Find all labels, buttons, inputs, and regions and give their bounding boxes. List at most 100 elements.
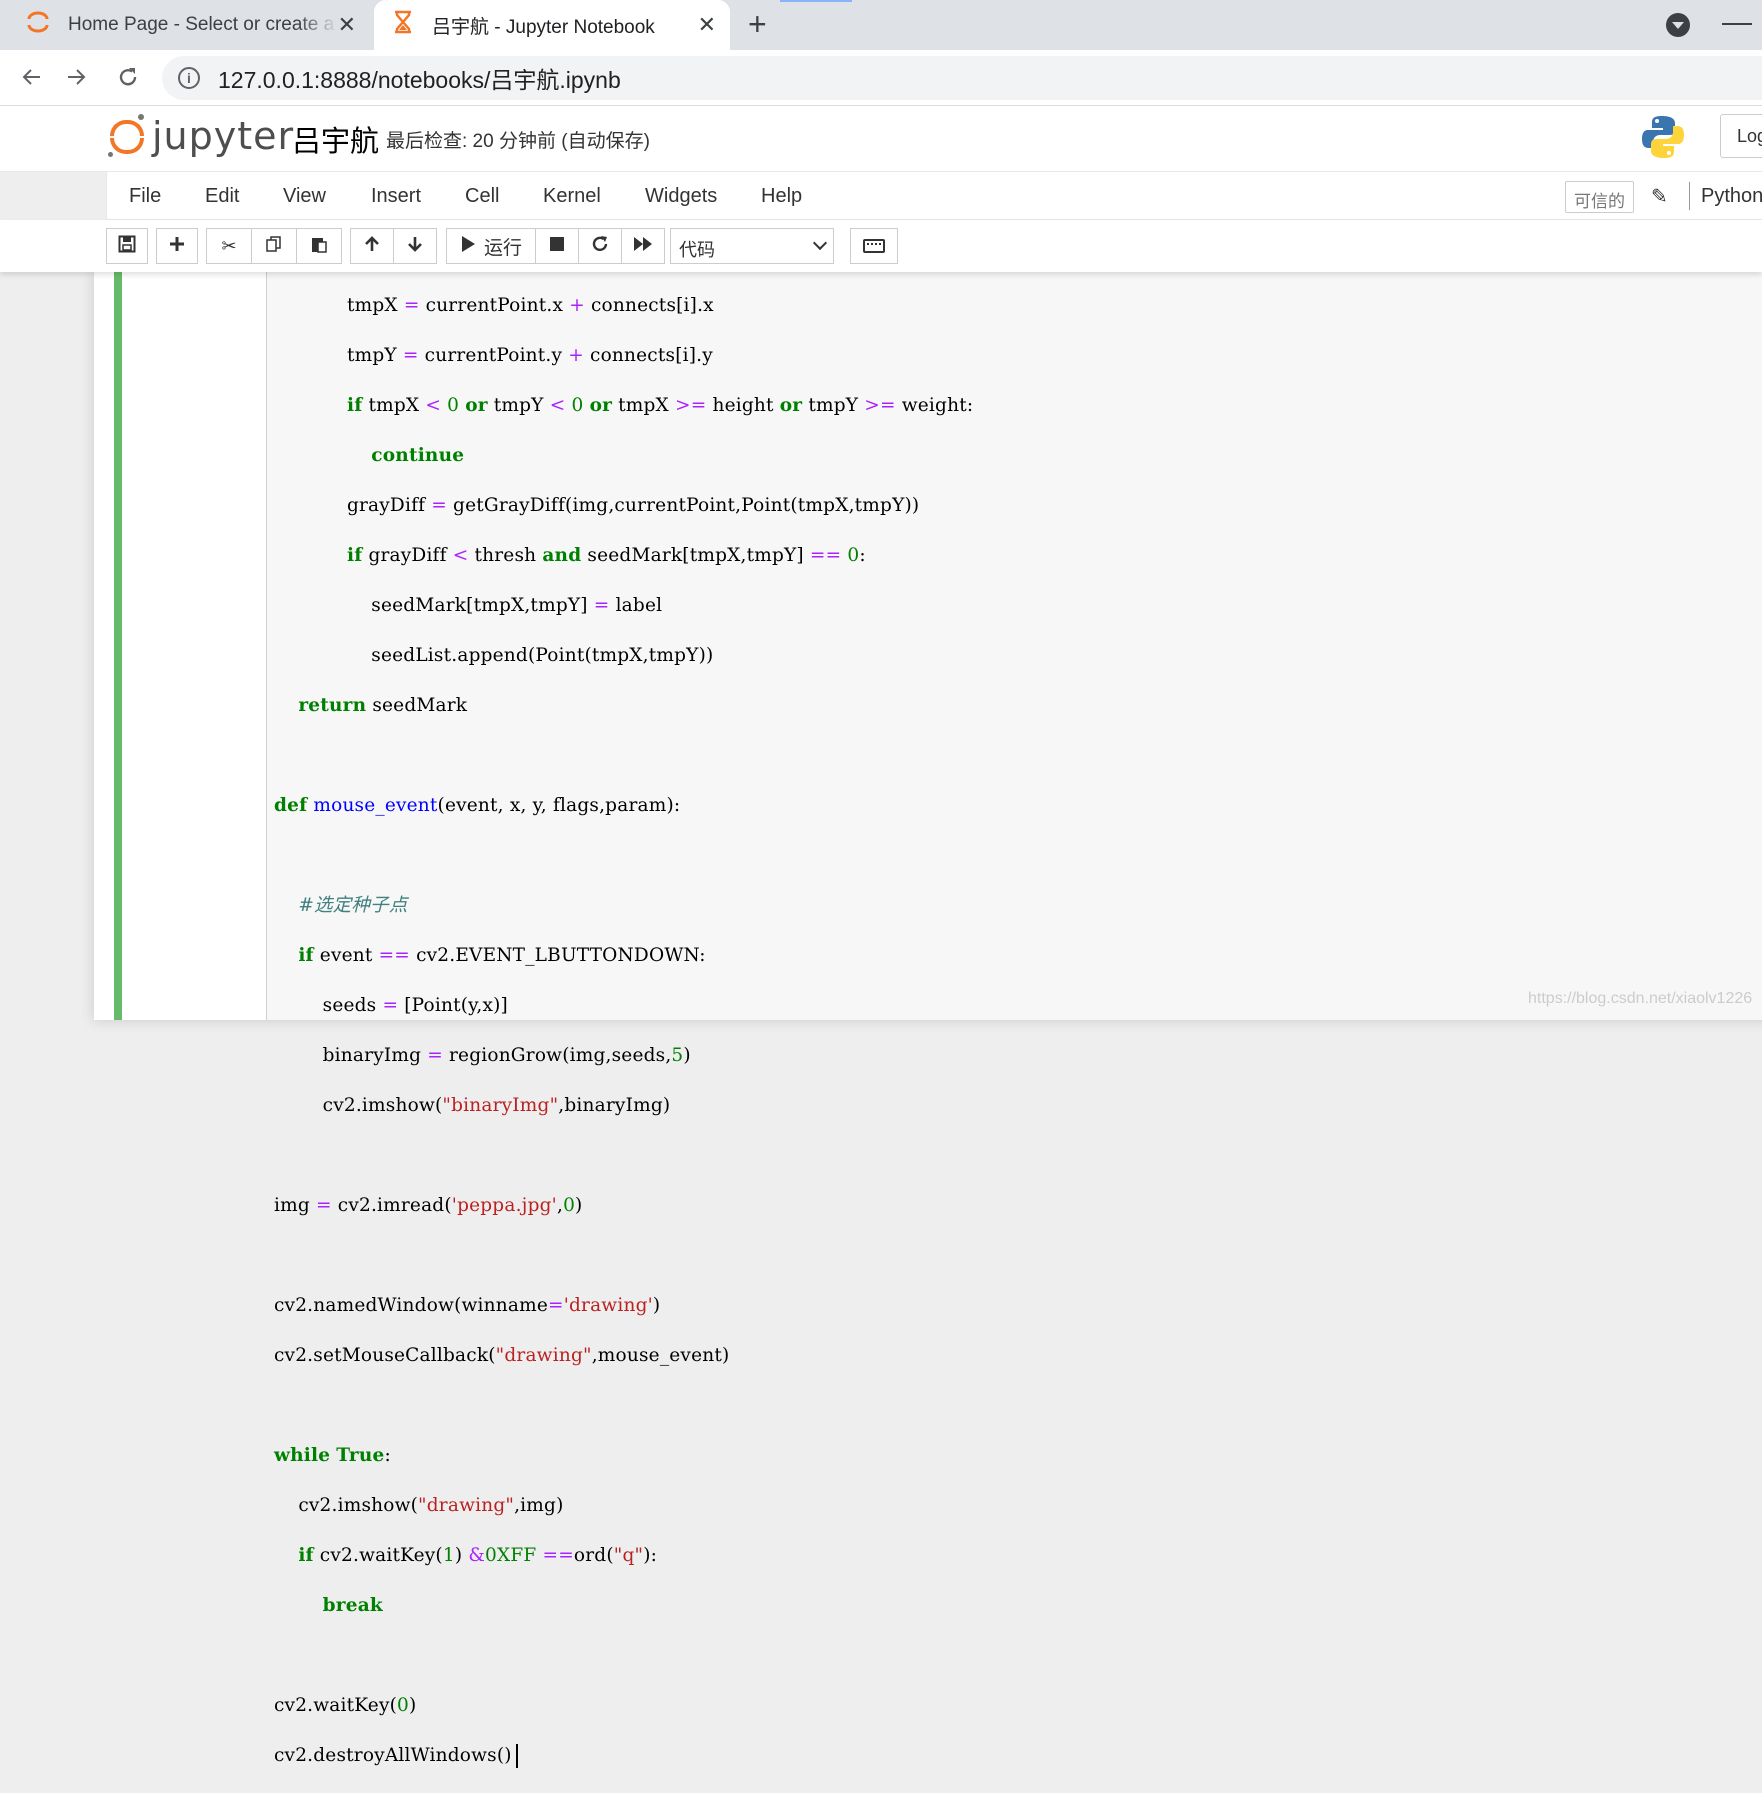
back-arrow-icon[interactable] <box>20 62 44 98</box>
menu-view[interactable]: View <box>283 185 326 208</box>
code-line: seedMark[tmpX,tmpY] = label <box>274 595 663 616</box>
reload-icon[interactable] <box>116 62 140 98</box>
restart-button[interactable] <box>578 228 622 264</box>
menubar: File Edit View Insert Cell Kernel Widget… <box>106 172 1762 220</box>
run-label: 运行 <box>483 237 522 259</box>
cell-type-value: 代码 <box>679 240 715 260</box>
tab-label: Home Page - Select or create a notebook <box>68 14 338 35</box>
code-line: #选定种子点 <box>298 895 408 916</box>
code-line: tmpY = currentPoint.y + connects[i].y <box>274 345 713 366</box>
chevron-down-icon <box>812 235 828 251</box>
code-line: if event == cv2.EVENT_LBUTTONDOWN: <box>298 945 706 966</box>
logout-button[interactable]: Logout <box>1720 114 1762 158</box>
new-tab-button[interactable]: + <box>748 8 767 40</box>
command-palette-button[interactable] <box>850 228 898 264</box>
code-line: if cv2.waitKey(1) &0XFF ==ord("q"): <box>298 1545 658 1566</box>
menu-kernel[interactable]: Kernel <box>543 185 601 208</box>
pencil-icon[interactable]: ✎ <box>1651 184 1668 209</box>
keyboard-icon <box>863 239 885 253</box>
watermark: https://blog.csdn.net/xiaolv1226 <box>1528 990 1753 1007</box>
close-tab-icon[interactable]: ✕ <box>338 12 356 38</box>
url-input[interactable]: i 127.0.0.1:8888/notebooks/吕宇航.ipynb <box>162 56 1762 100</box>
cut-button[interactable]: ✂ <box>206 228 252 264</box>
scissors-icon: ✂ <box>221 235 237 256</box>
arrow-up-icon <box>363 235 381 258</box>
kernel-indicator[interactable]: Python 3 <box>1701 185 1762 208</box>
code-line: seeds = [Point(y,x)] <box>274 995 508 1016</box>
url-text: 127.0.0.1:8888/notebooks/吕宇航.ipynb <box>218 67 621 93</box>
code-line: cv2.namedWindow(winname='drawing') <box>274 1295 661 1316</box>
checkpoint-status: 最后检查: 20 分钟前 (自动保存) <box>386 131 650 152</box>
tab-search-icon[interactable] <box>1666 13 1690 37</box>
menu-widgets[interactable]: Widgets <box>645 185 717 208</box>
code-line: grayDiff = getGrayDiff(img,currentPoint,… <box>274 495 920 516</box>
python-logo-icon <box>1640 114 1686 160</box>
code-line: cv2.waitKey(0) <box>274 1695 417 1716</box>
code-line: cv2.setMouseCallback("drawing",mouse_eve… <box>274 1345 730 1366</box>
tab-home-page[interactable]: Home Page - Select or create a notebook … <box>0 0 370 50</box>
save-button[interactable] <box>106 228 148 264</box>
tab-notebook[interactable]: 吕宇航 - Jupyter Notebook ✕ <box>374 0 730 50</box>
code-editor[interactable]: tmpX = currentPoint.x + connects[i].x tm… <box>274 268 973 1793</box>
menu-insert[interactable]: Insert <box>371 185 421 208</box>
plus-icon <box>168 235 186 258</box>
copy-icon <box>265 235 283 258</box>
jupyter-logo-icon <box>108 114 146 158</box>
hourglass-icon <box>392 10 414 40</box>
code-line: def mouse_event(event, x, y, flags,param… <box>274 795 681 816</box>
trusted-badge[interactable]: 可信的 <box>1565 181 1634 213</box>
code-line: if tmpX < 0 or tmpY < 0 or tmpX >= heigh… <box>346 395 974 416</box>
forward-arrow-icon[interactable] <box>64 62 88 98</box>
notebook-toolbar: ✂ 运行 代码 <box>0 220 1762 272</box>
copy-button[interactable] <box>251 228 297 264</box>
menu-help[interactable]: Help <box>761 185 802 208</box>
code-line: break <box>322 1595 383 1616</box>
code-line: continue <box>371 445 465 466</box>
code-line: cv2.imshow("drawing",img) <box>274 1495 564 1516</box>
paste-icon <box>310 235 328 258</box>
code-line: seedList.append(Point(tmpX,tmpY)) <box>274 645 714 666</box>
jupyter-logo[interactable]: jupyter <box>108 114 294 158</box>
jupyter-logo-text: jupyter <box>152 114 295 158</box>
code-line: while True: <box>274 1445 391 1466</box>
move-up-button[interactable] <box>350 228 394 264</box>
paste-button[interactable] <box>296 228 342 264</box>
close-tab-icon[interactable]: ✕ <box>698 12 716 38</box>
info-icon[interactable]: i <box>178 67 200 89</box>
jupyter-header: jupyter 吕宇航 最后检查: 20 分钟前 (自动保存) Logout <box>0 106 1762 172</box>
code-line: cv2.destroyAllWindows() <box>274 1743 973 1768</box>
move-down-button[interactable] <box>393 228 437 264</box>
run-button[interactable]: 运行 <box>446 228 536 264</box>
menu-edit[interactable]: Edit <box>205 185 239 208</box>
restart-run-all-button[interactable] <box>621 228 665 264</box>
code-line: if grayDiff < thresh and seedMark[tmpX,t… <box>346 545 866 566</box>
cell-type-select[interactable]: 代码 <box>670 228 834 264</box>
address-bar: i 127.0.0.1:8888/notebooks/吕宇航.ipynb <box>0 50 1762 106</box>
browser-tab-strip: Home Page - Select or create a notebook … <box>0 0 1762 50</box>
minimize-icon[interactable] <box>1722 23 1752 25</box>
refresh-icon <box>591 235 609 258</box>
save-icon <box>118 235 136 258</box>
divider <box>1689 182 1690 210</box>
insert-cell-button[interactable] <box>156 228 198 264</box>
jupyter-favicon-icon <box>26 10 50 40</box>
fast-forward-icon <box>633 236 653 257</box>
arrow-down-icon <box>406 235 424 258</box>
code-line: cv2.imshow("binaryImg",binaryImg) <box>274 1095 671 1116</box>
menu-file[interactable]: File <box>129 185 161 208</box>
menu-cell[interactable]: Cell <box>465 185 499 208</box>
tab-label: 吕宇航 - Jupyter Notebook <box>432 16 655 38</box>
tab-drag-indicator <box>780 0 852 2</box>
notebook-title[interactable]: 吕宇航 <box>292 118 379 160</box>
selected-cell-indicator <box>114 272 122 1020</box>
code-line: return seedMark <box>298 695 468 716</box>
code-line: tmpX = currentPoint.x + connects[i].x <box>346 295 714 316</box>
code-line: img = cv2.imread('peppa.jpg',0) <box>274 1195 583 1216</box>
interrupt-button[interactable] <box>535 228 579 264</box>
